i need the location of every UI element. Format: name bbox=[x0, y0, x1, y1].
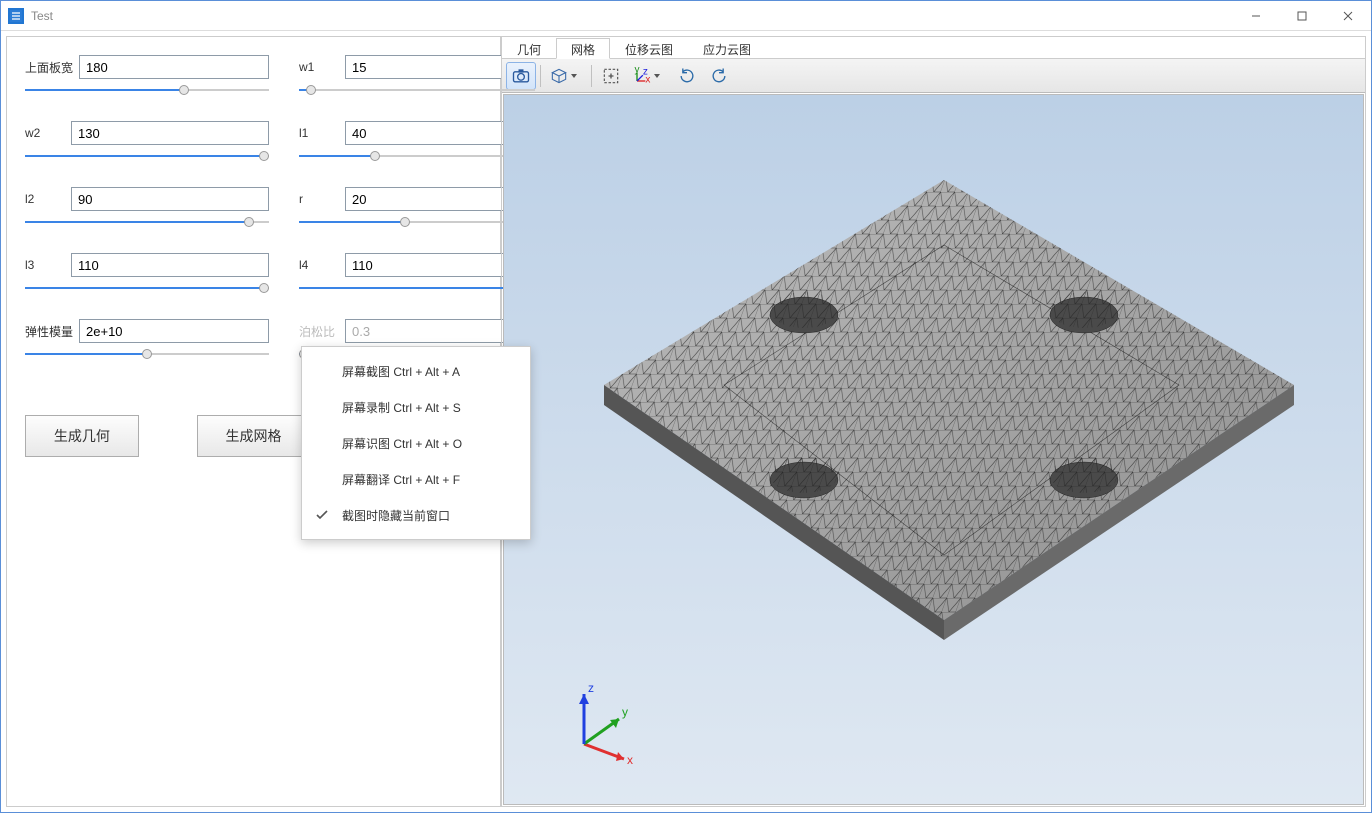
viewer-toolbar: xzy bbox=[502, 59, 1365, 93]
fit-view-button[interactable] bbox=[596, 62, 626, 90]
window-title: Test bbox=[31, 9, 1233, 23]
slider-弹性模量[interactable] bbox=[25, 347, 269, 361]
menu-item-screen-record[interactable]: 屏幕录制 Ctrl + Alt + S bbox=[302, 389, 530, 425]
param-上面板宽: 上面板宽 bbox=[25, 55, 269, 97]
svg-text:z: z bbox=[588, 681, 594, 695]
maximize-button[interactable] bbox=[1279, 1, 1325, 31]
slider-l2[interactable] bbox=[25, 215, 269, 229]
param-l4: l4 bbox=[299, 253, 535, 295]
param-input-w2[interactable] bbox=[71, 121, 269, 145]
param-l1: l1 bbox=[299, 121, 535, 163]
app-window: Test 上面板宽 w1 bbox=[0, 0, 1372, 813]
view-mode-dropdown[interactable] bbox=[545, 62, 587, 90]
axis-view-dropdown[interactable]: xzy bbox=[628, 62, 670, 90]
tab-geometry[interactable]: 几何 bbox=[502, 38, 556, 59]
context-menu: 屏幕截图 Ctrl + Alt + A 屏幕录制 Ctrl + Alt + S … bbox=[301, 346, 531, 540]
menu-item-hide-window[interactable]: 截图时隐藏当前窗口 bbox=[302, 497, 530, 533]
menu-item-screenshot[interactable]: 屏幕截图 Ctrl + Alt + A bbox=[302, 353, 530, 389]
menu-item-screen-ocr[interactable]: 屏幕识图 Ctrl + Alt + O bbox=[302, 425, 530, 461]
param-l2: l2 bbox=[25, 187, 269, 229]
svg-text:y: y bbox=[622, 705, 628, 719]
slider-w1[interactable] bbox=[299, 83, 535, 97]
slider-r[interactable] bbox=[299, 215, 535, 229]
param-弹性模量: 弹性模量 bbox=[25, 319, 269, 361]
tab-displacement[interactable]: 位移云图 bbox=[610, 38, 688, 59]
param-r: r bbox=[299, 187, 535, 229]
tab-stress[interactable]: 应力云图 bbox=[688, 38, 766, 59]
generate-mesh-button[interactable]: 生成网格 bbox=[197, 415, 311, 457]
param-input-上面板宽[interactable] bbox=[79, 55, 269, 79]
slider-l3[interactable] bbox=[25, 281, 269, 295]
close-button[interactable] bbox=[1325, 1, 1371, 31]
mesh-preview bbox=[564, 150, 1324, 670]
svg-text:y: y bbox=[635, 66, 640, 76]
param-w2: w2 bbox=[25, 121, 269, 163]
app-icon bbox=[8, 8, 24, 24]
3d-viewport[interactable]: x y z bbox=[503, 94, 1364, 805]
view-tabs: 几何 网格 位移云图 应力云图 bbox=[502, 37, 1365, 59]
menu-item-screen-translate[interactable]: 屏幕翻译 Ctrl + Alt + F bbox=[302, 461, 530, 497]
slider-l1[interactable] bbox=[299, 149, 535, 163]
param-w1: w1 bbox=[299, 55, 535, 97]
svg-text:x: x bbox=[627, 753, 633, 764]
svg-text:z: z bbox=[643, 66, 648, 77]
chevron-down-icon bbox=[654, 74, 660, 78]
rotate-cw-button[interactable] bbox=[704, 62, 734, 90]
check-icon bbox=[314, 507, 330, 526]
param-l3: l3 bbox=[25, 253, 269, 295]
slider-l4[interactable] bbox=[299, 281, 535, 295]
param-input-l2[interactable] bbox=[71, 187, 269, 211]
rotate-ccw-button[interactable] bbox=[672, 62, 702, 90]
slider-上面板宽[interactable] bbox=[25, 83, 269, 97]
param-input-弹性模量[interactable] bbox=[79, 319, 269, 343]
generate-geometry-button[interactable]: 生成几何 bbox=[25, 415, 139, 457]
param-input-l3[interactable] bbox=[71, 253, 269, 277]
chevron-down-icon bbox=[571, 74, 577, 78]
viewer-panel: 几何 网格 位移云图 应力云图 xzy bbox=[501, 36, 1366, 807]
tab-mesh[interactable]: 网格 bbox=[556, 38, 610, 59]
slider-w2[interactable] bbox=[25, 149, 269, 163]
minimize-button[interactable] bbox=[1233, 1, 1279, 31]
titlebar[interactable]: Test bbox=[1, 1, 1371, 31]
axis-triad-icon: x y z bbox=[564, 674, 654, 764]
